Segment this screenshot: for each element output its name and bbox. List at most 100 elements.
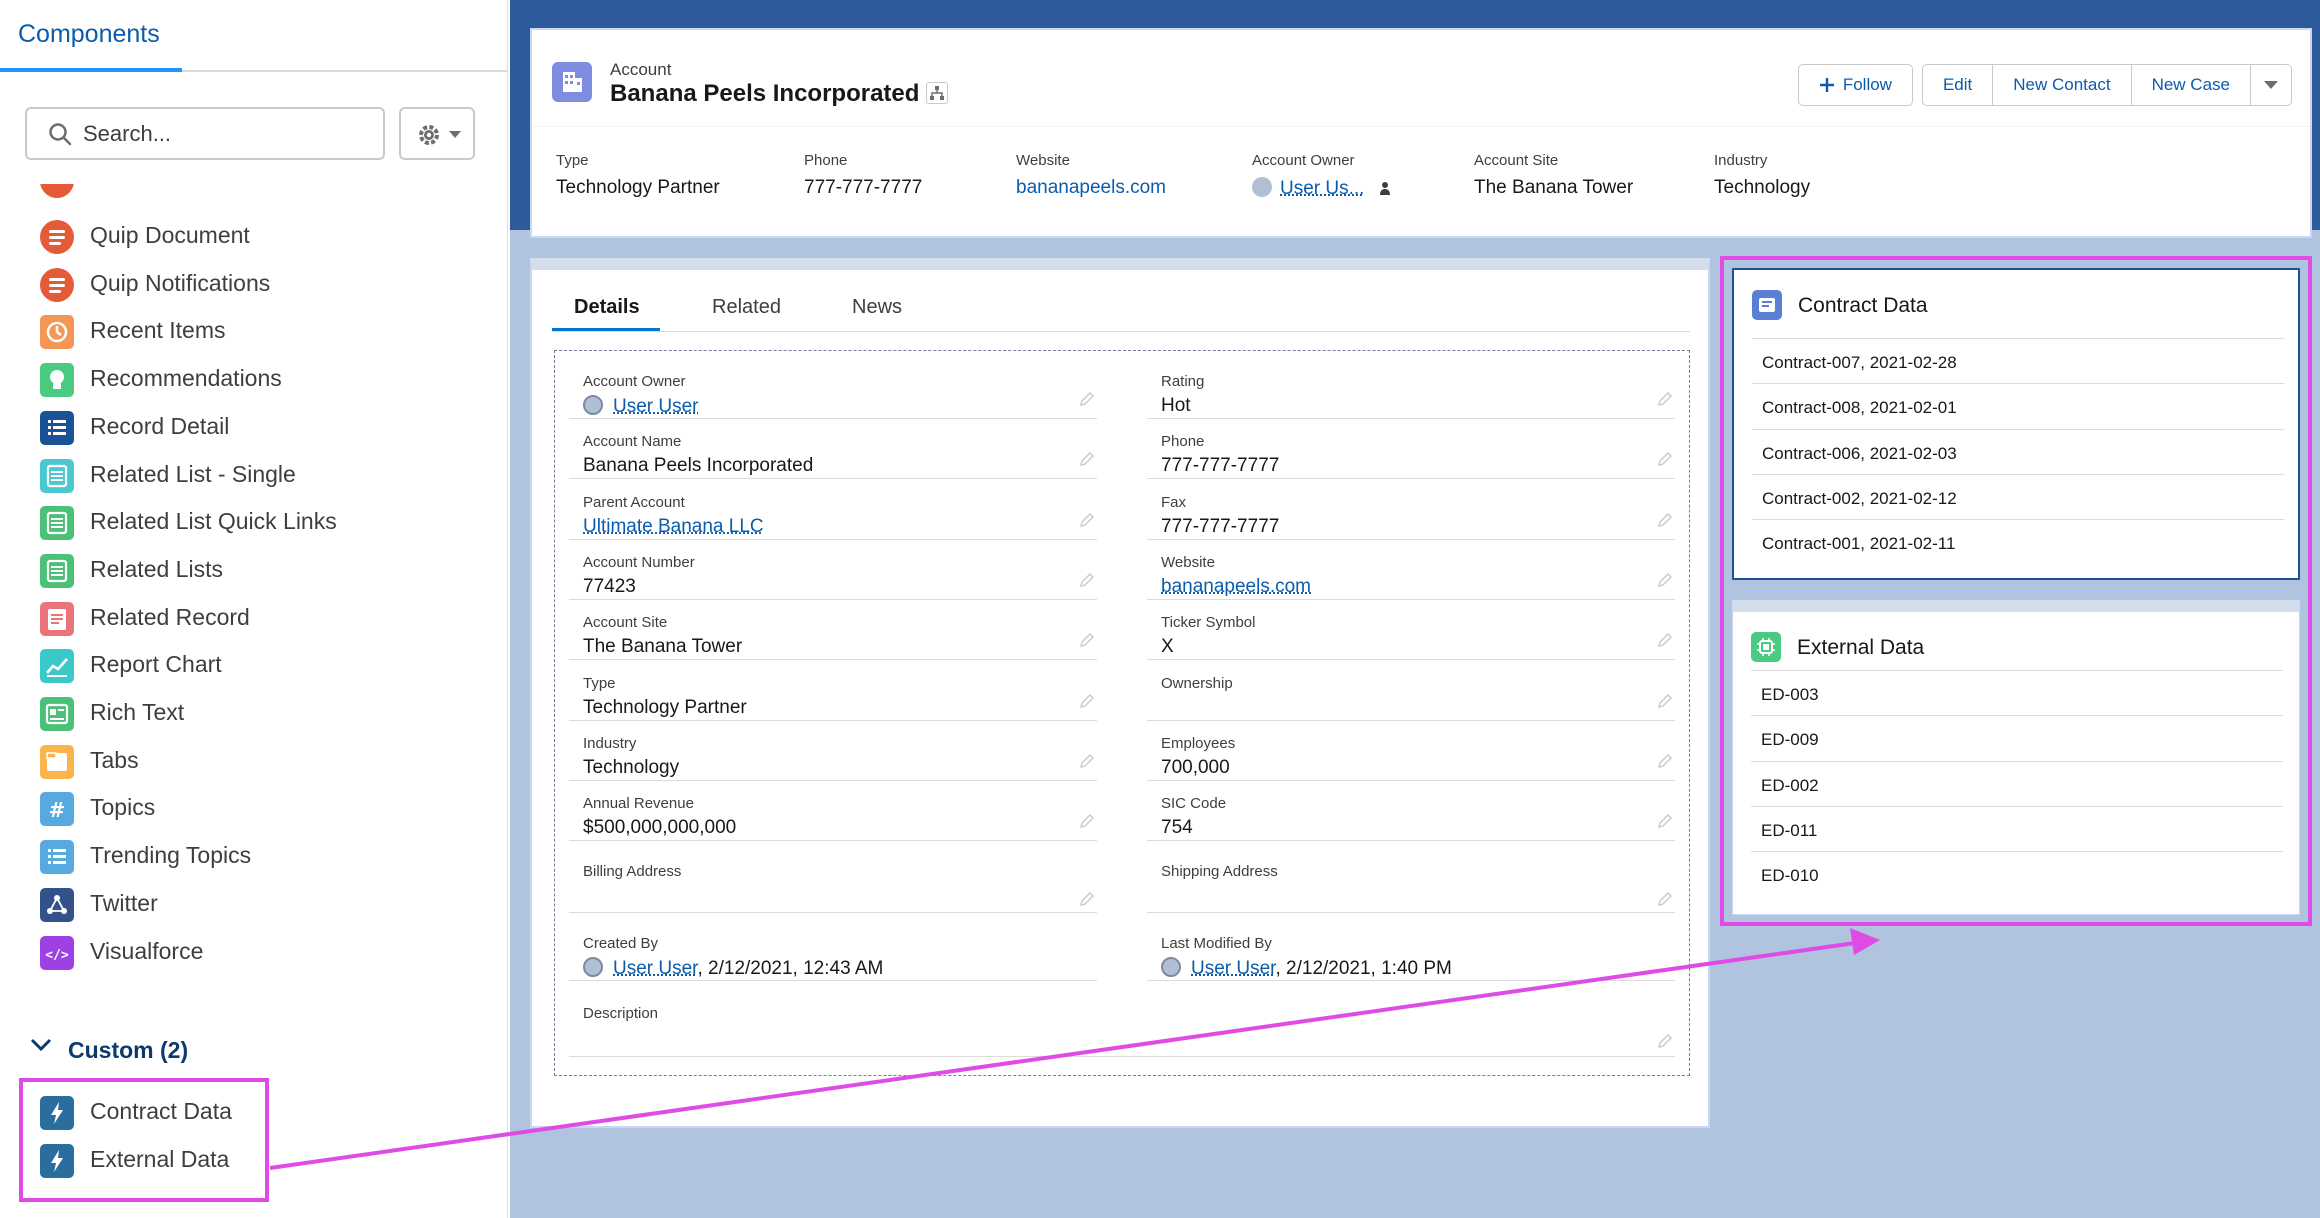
field-label: Account Owner bbox=[1252, 152, 1355, 169]
component-item[interactable]: Related Record bbox=[40, 601, 440, 637]
gear-icon bbox=[419, 125, 439, 145]
component-label: Related List - Single bbox=[90, 460, 296, 487]
edit-pencil-icon[interactable] bbox=[1657, 693, 1673, 709]
timestamp: , 2/12/2021, 12:43 AM bbox=[697, 958, 884, 979]
component-item[interactable]: Record Detail bbox=[40, 410, 440, 446]
edit-pencil-icon[interactable] bbox=[1079, 891, 1095, 907]
search-input[interactable] bbox=[83, 116, 373, 152]
edit-pencil-icon[interactable] bbox=[1079, 391, 1095, 407]
follow-button[interactable]: Follow bbox=[1797, 64, 1913, 106]
component-search[interactable] bbox=[25, 107, 385, 160]
settings-menu-button[interactable] bbox=[399, 107, 475, 160]
document-icon bbox=[1752, 290, 1782, 320]
component-item[interactable]: Tabs bbox=[40, 744, 440, 780]
hl-field-type: Type Technology Partner bbox=[556, 152, 720, 199]
list-item[interactable]: Contract-001, 2021-02-11 bbox=[1752, 519, 2284, 564]
hl-field-industry: Industry Technology bbox=[1714, 152, 1810, 199]
user-link[interactable]: User User bbox=[613, 396, 699, 417]
record-icon bbox=[40, 601, 74, 636]
contract-data-card[interactable]: Contract Data Contract-007, 2021-02-28 Co… bbox=[1732, 268, 2300, 580]
hierarchy-icon[interactable] bbox=[926, 82, 948, 104]
hl-field-site: Account Site The Banana Tower bbox=[1474, 152, 1633, 199]
field-value[interactable]: Ultimate Banana LLC bbox=[583, 516, 764, 538]
component-item[interactable]: Report Chart bbox=[40, 648, 440, 684]
detail-field: Parent Account Ultimate Banana LLC bbox=[569, 482, 1097, 540]
edit-pencil-icon[interactable] bbox=[1657, 891, 1673, 907]
list-item[interactable]: ED-011 bbox=[1751, 805, 2283, 851]
component-label: Visualforce bbox=[90, 937, 204, 964]
field-label: Last Modified By bbox=[1161, 935, 1272, 952]
edit-pencil-icon[interactable] bbox=[1657, 753, 1673, 769]
edit-pencil-icon[interactable] bbox=[1657, 512, 1673, 528]
component-item[interactable]: Twitter bbox=[40, 887, 440, 923]
detail-field: Fax 777-777-7777 bbox=[1147, 482, 1675, 540]
edit-pencil-icon[interactable] bbox=[1079, 632, 1095, 648]
list-item[interactable]: Contract-002, 2021-02-12 bbox=[1752, 473, 2284, 519]
component-item[interactable]: Related List - Single bbox=[40, 458, 440, 494]
change-owner-icon[interactable] bbox=[1376, 180, 1392, 196]
user-link[interactable]: User User bbox=[1191, 958, 1275, 979]
component-item[interactable]: Recent Items bbox=[40, 314, 440, 350]
field-label: Type bbox=[583, 674, 616, 692]
component-item[interactable]: Trending Topics bbox=[40, 839, 440, 875]
field-value: Technology bbox=[583, 756, 680, 778]
edit-pencil-icon[interactable] bbox=[1657, 391, 1673, 407]
component-item[interactable]: Rich Text bbox=[40, 696, 440, 732]
edit-pencil-icon[interactable] bbox=[1079, 512, 1095, 528]
component-item[interactable]: Related Lists bbox=[40, 553, 440, 589]
edit-pencil-icon[interactable] bbox=[1657, 451, 1673, 467]
detail-field: Account Number 77423 bbox=[569, 542, 1097, 600]
website-link[interactable]: bananapeels.com bbox=[1016, 177, 1166, 199]
user-link[interactable]: User User bbox=[613, 958, 697, 979]
new-contact-button[interactable]: New Contact bbox=[1992, 64, 2132, 106]
component-item[interactable]: Quip Notifications bbox=[40, 267, 440, 303]
component-item[interactable]: Quip Document bbox=[40, 219, 440, 255]
external-data-card[interactable]: External Data ED-003 ED-009 ED-002 ED-011 ED… bbox=[1732, 600, 2300, 915]
edit-pencil-icon[interactable] bbox=[1657, 813, 1673, 829]
new-case-button[interactable]: New Case bbox=[2130, 64, 2251, 106]
component-item[interactable]: Recommendations bbox=[40, 362, 440, 398]
list-item[interactable]: ED-010 bbox=[1751, 851, 2283, 896]
edit-pencil-icon[interactable] bbox=[1079, 753, 1095, 769]
highlights-panel[interactable]: Account Banana Peels Incorporated Follow… bbox=[530, 28, 2312, 238]
component-label: Related List Quick Links bbox=[90, 508, 337, 535]
tab-news[interactable]: News bbox=[852, 296, 902, 319]
list-item[interactable]: Contract-008, 2021-02-01 bbox=[1752, 383, 2284, 428]
edit-pencil-icon[interactable] bbox=[1079, 572, 1095, 588]
field-value[interactable]: 777-777-7777 bbox=[804, 177, 922, 199]
more-actions-button[interactable] bbox=[2250, 64, 2292, 106]
detail-fields-section: Account Owner User User Account Name Banana… bbox=[554, 350, 1690, 1076]
component-label: Related Lists bbox=[90, 555, 223, 582]
component-label: Quip Notifications bbox=[90, 269, 271, 296]
object-label: Account bbox=[610, 60, 672, 79]
list-item[interactable]: ED-002 bbox=[1751, 760, 2283, 806]
edit-pencil-icon[interactable] bbox=[1079, 813, 1095, 829]
edit-pencil-icon[interactable] bbox=[1079, 693, 1095, 709]
panel-tabbar: Components bbox=[0, 0, 508, 72]
field-value: Hot bbox=[1161, 395, 1191, 416]
tab-related[interactable]: Related bbox=[712, 296, 781, 319]
description-field: Description bbox=[569, 993, 1675, 1057]
component-item[interactable]: Related List Quick Links bbox=[40, 505, 440, 541]
edit-pencil-icon[interactable] bbox=[1079, 451, 1095, 467]
field-value: Technology bbox=[1714, 177, 1811, 198]
list-icon bbox=[40, 840, 74, 875]
edit-button[interactable]: Edit bbox=[1921, 64, 1994, 106]
edit-pencil-icon[interactable] bbox=[1657, 572, 1673, 588]
field-value[interactable]: bananapeels.com bbox=[1161, 576, 1311, 598]
component-item[interactable]: </> Visualforce bbox=[40, 935, 440, 971]
list-item[interactable]: Contract-006, 2021-02-03 bbox=[1752, 428, 2284, 474]
owner-link[interactable]: User Us... bbox=[1280, 178, 1364, 199]
list-item[interactable]: Contract-007, 2021-02-28 bbox=[1752, 338, 2284, 383]
tab-details[interactable]: Details bbox=[574, 296, 640, 319]
list-item[interactable]: ED-009 bbox=[1751, 715, 2283, 760]
edit-pencil-icon[interactable] bbox=[1657, 1033, 1673, 1049]
list-item[interactable]: ED-003 bbox=[1751, 670, 2283, 715]
edit-pencil-icon[interactable] bbox=[1657, 632, 1673, 648]
tab-components[interactable]: Components bbox=[0, 20, 182, 72]
detail-field: Last Modified By User User, 2/12/2021, 1:… bbox=[1147, 923, 1675, 981]
component-item[interactable]: # Topics bbox=[40, 791, 440, 827]
record-detail-card[interactable]: Details Related News Account Owner User U… bbox=[530, 258, 1710, 1128]
custom-section-header[interactable]: Custom (2) bbox=[30, 1032, 330, 1068]
detail-field: Employees 700,000 bbox=[1147, 723, 1675, 781]
